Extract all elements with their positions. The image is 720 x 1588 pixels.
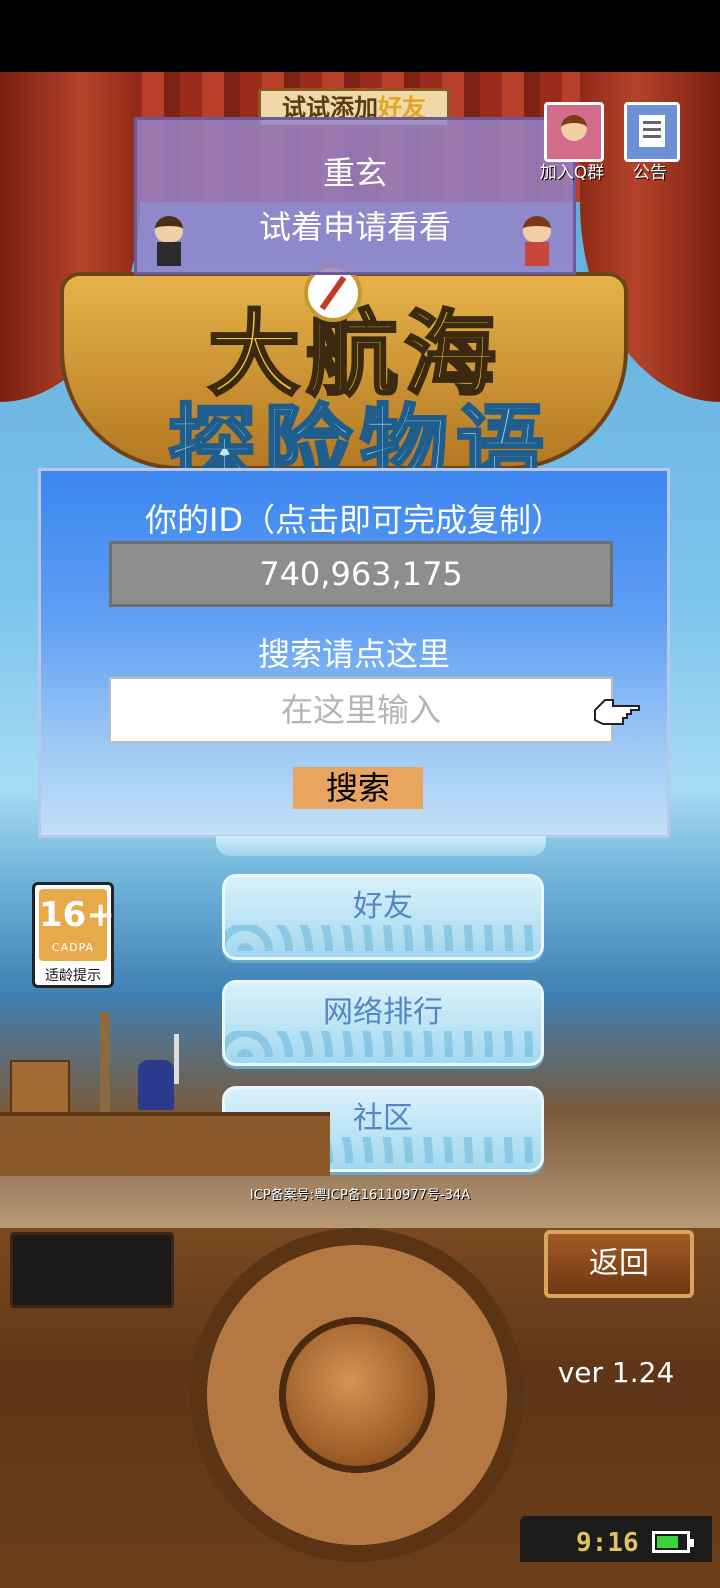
notice-button[interactable] [624,102,680,162]
crates [10,1060,70,1114]
id-panel: 你的ID（点击即可完成复制） 740,963,175 搜索请点这里 搜索 [38,468,670,838]
girl-character-icon [517,216,557,266]
age-rating-panel: 16+ CADPA [39,889,115,961]
menu-item-partial [216,836,546,856]
age-rating-number: 16+ [39,895,115,935]
sword-icon [174,1034,179,1084]
boy-character-icon [149,216,189,266]
menu-ranking-button[interactable]: 网络排行 [222,980,544,1066]
qq-group-label: 加入Q群 [539,163,605,183]
search-title: 搜索请点这里 [257,635,450,673]
age-rating-label: 适龄提示 [45,968,101,984]
dock-post [100,1012,110,1122]
menu-friends-label: 好友 [353,889,413,924]
player-id-copy-field[interactable]: 740,963,175 [109,541,613,607]
game-scene: 大航海 探险物语 试试添加好友 重玄 试着申请看看 加入Q群 公告 你的ID（点… [0,72,720,1228]
id-panel-title: 你的ID（点击即可完成复制） [144,501,564,539]
battery-fill [657,1536,678,1548]
qq-group-button[interactable] [544,102,604,162]
friend-hint-box: 重玄 试着申请看看 [134,117,576,275]
status-bar [0,0,720,72]
search-input[interactable] [109,677,613,743]
version-label: ver 1.24 [557,1356,675,1389]
icp-license: ICP备案号:粤ICP备16110977号-34A [249,1188,471,1203]
pointing-hand-icon [594,699,640,725]
age-rating-badge: 16+ CADPA 适龄提示 [32,882,115,988]
search-button[interactable]: 搜索 [293,767,423,809]
notice-icon [639,115,665,147]
dpad-center-button[interactable] [286,1324,428,1466]
age-rating-org: CADPA [51,941,95,954]
battery-icon [652,1531,694,1553]
ninja-character [138,1060,174,1110]
menu-friends-button[interactable]: 好友 [222,874,544,960]
back-button[interactable]: 返回 [544,1230,694,1298]
menu-ranking-label: 网络排行 [323,995,443,1030]
hint-title: 重玄 [322,154,387,192]
hint-subtitle: 试着申请看看 [258,208,451,246]
notice-label: 公告 [633,163,667,183]
mini-screen [10,1232,174,1308]
clock: 9:16 [576,1528,639,1558]
controller-panel: 返回 ver 1.24 9:16 [0,1228,720,1588]
dock [0,1112,330,1176]
